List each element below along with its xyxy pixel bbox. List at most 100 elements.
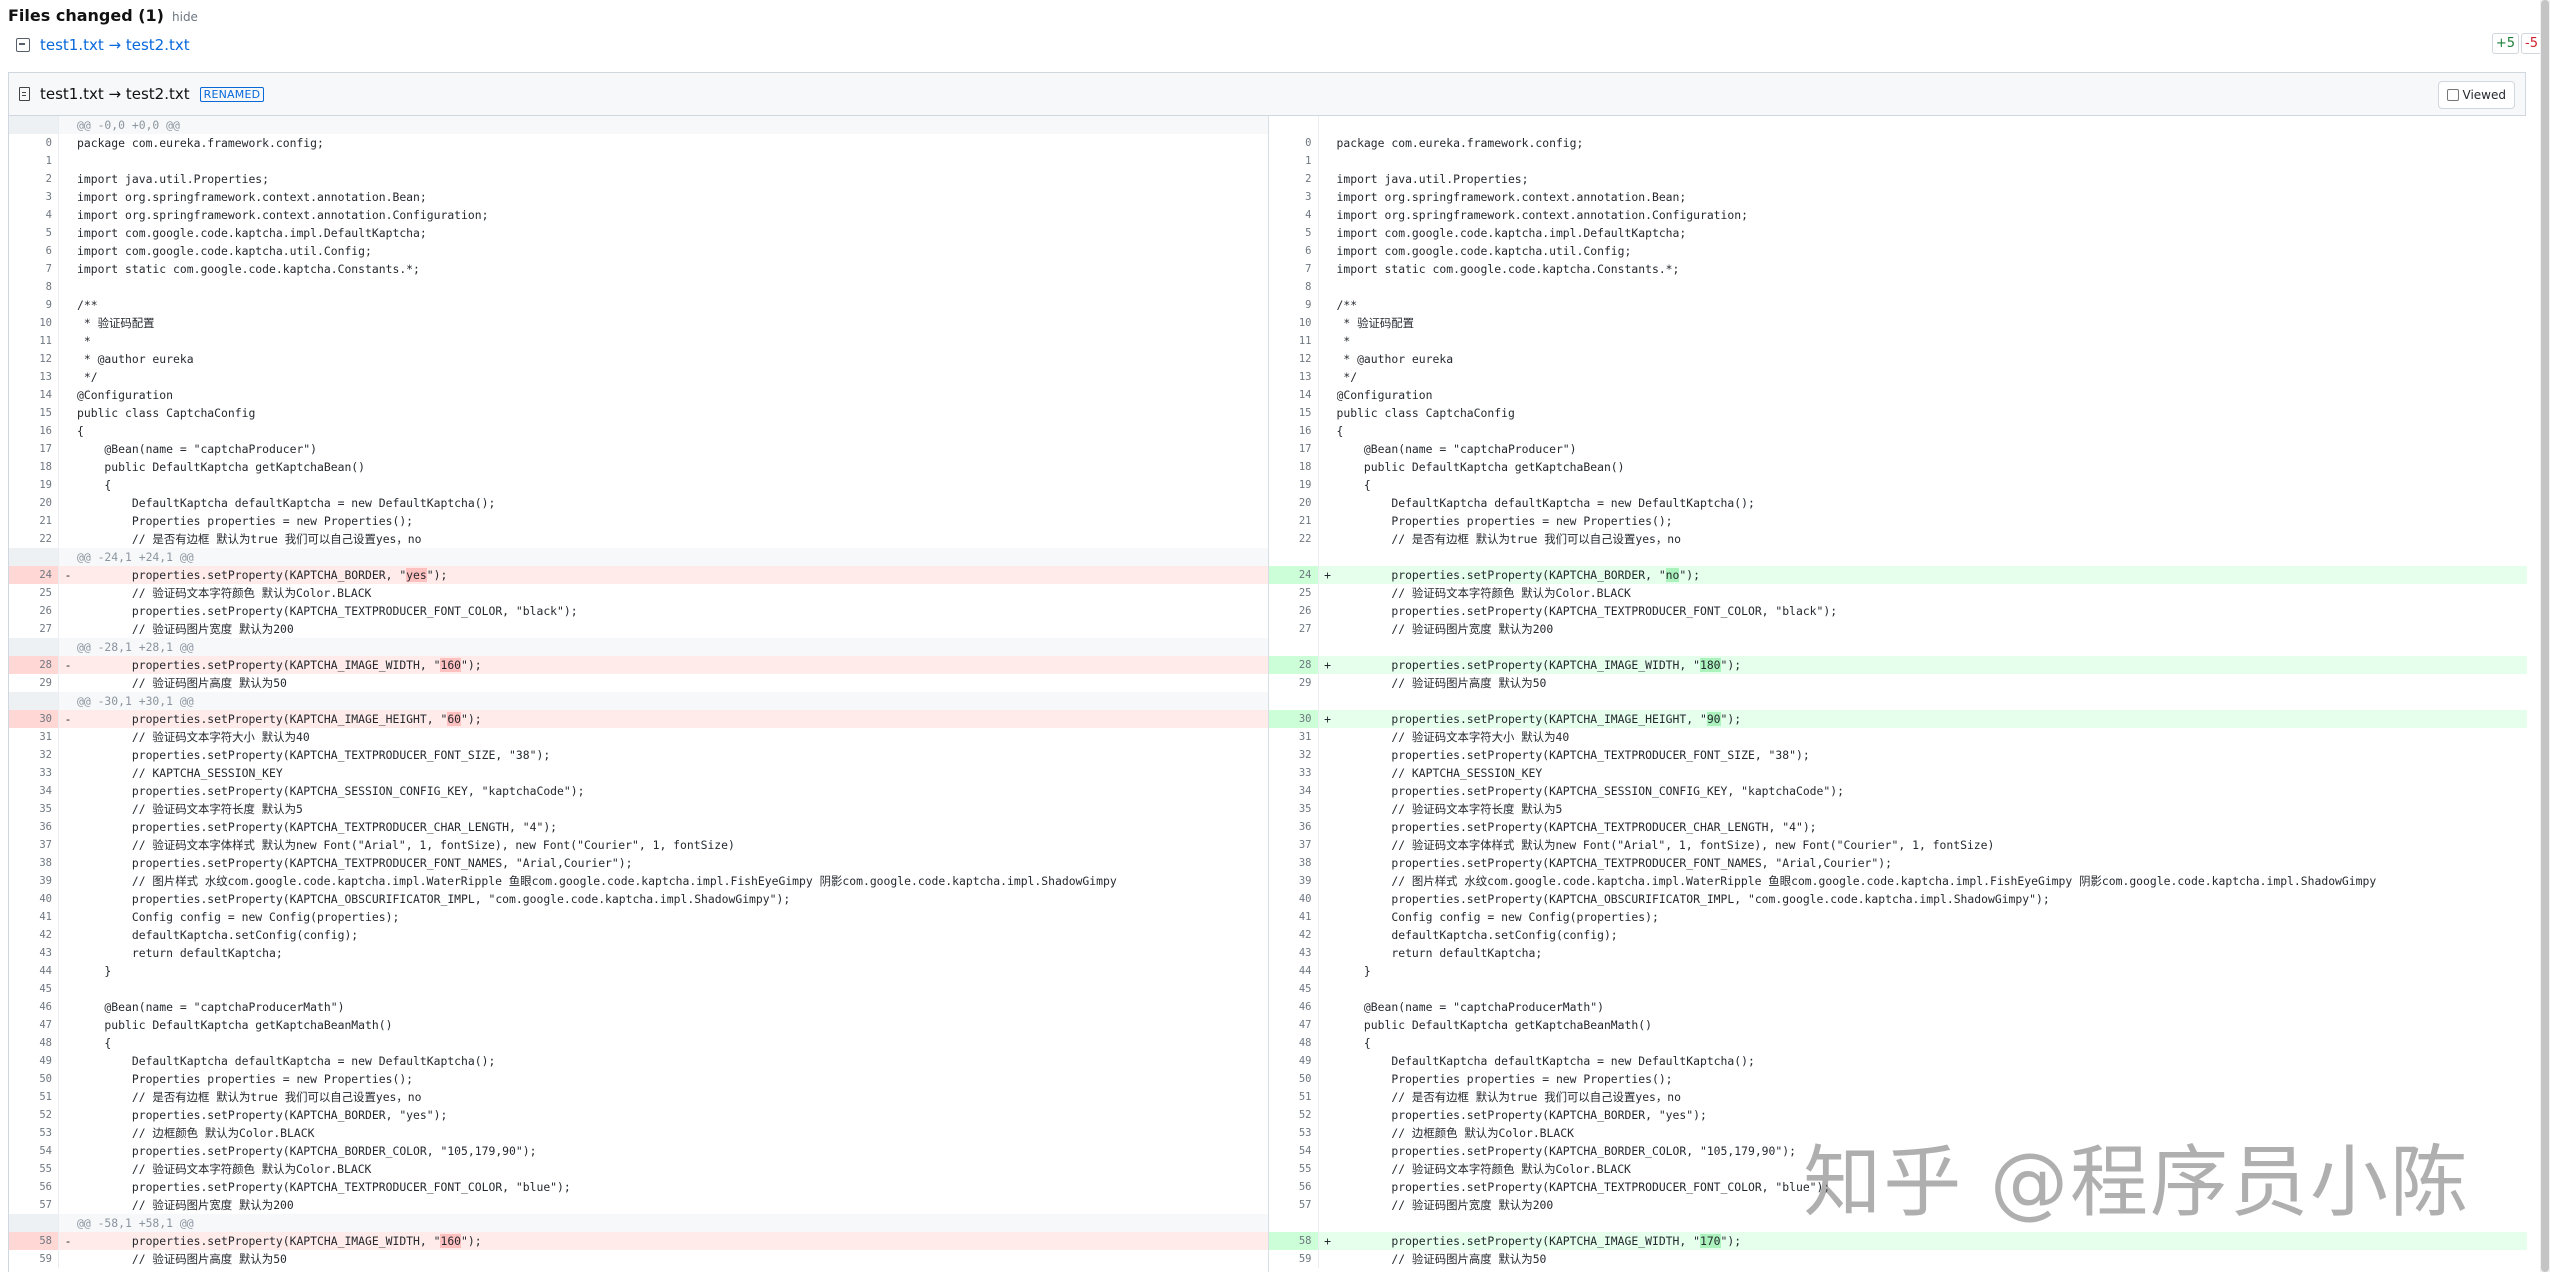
line-number[interactable]: 59 xyxy=(9,1250,59,1268)
line-number[interactable]: 10 xyxy=(1269,314,1319,332)
line-number[interactable]: 11 xyxy=(1269,332,1319,350)
line-number[interactable] xyxy=(1269,638,1319,656)
line-number[interactable]: 33 xyxy=(1269,764,1319,782)
file-link[interactable]: test1.txt → test2.txt xyxy=(40,36,190,54)
line-number[interactable]: 49 xyxy=(9,1052,59,1070)
line-number[interactable] xyxy=(9,638,59,656)
line-number[interactable]: 11 xyxy=(9,332,59,350)
line-number[interactable]: 53 xyxy=(9,1124,59,1142)
line-number[interactable]: 55 xyxy=(9,1160,59,1178)
viewed-button[interactable]: Viewed xyxy=(2437,81,2515,109)
line-number[interactable] xyxy=(9,692,59,710)
line-number[interactable]: 44 xyxy=(9,962,59,980)
line-number[interactable]: 20 xyxy=(1269,494,1319,512)
line-number[interactable]: 29 xyxy=(1269,674,1319,692)
line-number[interactable]: 9 xyxy=(1269,296,1319,314)
line-number[interactable]: 19 xyxy=(9,476,59,494)
line-number[interactable]: 14 xyxy=(1269,386,1319,404)
line-number[interactable]: 4 xyxy=(1269,206,1319,224)
line-number[interactable]: 37 xyxy=(9,836,59,854)
line-number[interactable]: 19 xyxy=(1269,476,1319,494)
line-number[interactable]: 48 xyxy=(1269,1034,1319,1052)
line-number[interactable]: 51 xyxy=(1269,1088,1319,1106)
line-number[interactable]: 52 xyxy=(9,1106,59,1124)
line-number[interactable]: 1 xyxy=(9,152,59,170)
line-number[interactable]: 2 xyxy=(1269,170,1319,188)
line-number[interactable]: 51 xyxy=(9,1088,59,1106)
line-number[interactable]: 30 xyxy=(9,710,59,728)
line-number[interactable]: 34 xyxy=(1269,782,1319,800)
line-number[interactable]: 8 xyxy=(9,278,59,296)
line-number[interactable]: 4 xyxy=(9,206,59,224)
line-number[interactable]: 24 xyxy=(1268,566,1319,584)
line-number[interactable]: 47 xyxy=(9,1016,59,1034)
line-number[interactable]: 38 xyxy=(9,854,59,872)
line-number[interactable]: 31 xyxy=(1269,728,1319,746)
line-number[interactable]: 56 xyxy=(1269,1178,1319,1196)
line-number[interactable]: 14 xyxy=(9,386,59,404)
line-number[interactable]: 57 xyxy=(9,1196,59,1214)
line-number[interactable]: 13 xyxy=(9,368,59,386)
line-number[interactable]: 33 xyxy=(9,764,59,782)
line-number[interactable]: 8 xyxy=(1269,278,1319,296)
line-number[interactable]: 1 xyxy=(1269,152,1319,170)
line-number[interactable]: 3 xyxy=(1269,188,1319,206)
line-number[interactable]: 2 xyxy=(9,170,59,188)
line-number[interactable]: 36 xyxy=(1269,818,1319,836)
line-number[interactable]: 6 xyxy=(1269,242,1319,260)
line-number[interactable]: 7 xyxy=(1269,260,1319,278)
line-number[interactable]: 13 xyxy=(1269,368,1319,386)
line-number[interactable]: 38 xyxy=(1269,854,1319,872)
line-number[interactable] xyxy=(1269,692,1319,710)
line-number[interactable]: 12 xyxy=(9,350,59,368)
line-number[interactable]: 17 xyxy=(1269,440,1319,458)
line-number[interactable]: 49 xyxy=(1269,1052,1319,1070)
line-number[interactable]: 46 xyxy=(9,998,59,1016)
line-number[interactable]: 21 xyxy=(9,512,59,530)
page-scrollbar[interactable] xyxy=(2540,0,2550,1272)
line-number[interactable]: 16 xyxy=(9,422,59,440)
line-number[interactable] xyxy=(9,548,59,566)
line-number[interactable]: 32 xyxy=(1269,746,1319,764)
line-number[interactable]: 43 xyxy=(9,944,59,962)
line-number[interactable]: 10 xyxy=(9,314,59,332)
line-number[interactable]: 28 xyxy=(9,656,59,674)
line-number[interactable]: 0 xyxy=(9,134,59,152)
line-number[interactable]: 7 xyxy=(9,260,59,278)
line-number[interactable]: 43 xyxy=(1269,944,1319,962)
line-number[interactable]: 9 xyxy=(9,296,59,314)
line-number[interactable]: 37 xyxy=(1269,836,1319,854)
line-number[interactable]: 25 xyxy=(1269,584,1319,602)
line-number[interactable]: 39 xyxy=(1269,872,1319,890)
line-number[interactable]: 58 xyxy=(1268,1232,1319,1250)
line-number[interactable]: 54 xyxy=(1269,1142,1319,1160)
line-number[interactable]: 42 xyxy=(9,926,59,944)
line-number[interactable]: 6 xyxy=(9,242,59,260)
line-number[interactable]: 52 xyxy=(1269,1106,1319,1124)
line-number[interactable]: 20 xyxy=(9,494,59,512)
line-number[interactable]: 29 xyxy=(9,674,59,692)
line-number[interactable]: 15 xyxy=(9,404,59,422)
line-number[interactable]: 18 xyxy=(1269,458,1319,476)
line-number[interactable]: 0 xyxy=(1269,134,1319,152)
line-number[interactable] xyxy=(1269,548,1319,566)
line-number[interactable]: 17 xyxy=(9,440,59,458)
line-number[interactable]: 30 xyxy=(1268,710,1319,728)
hide-link[interactable]: hide xyxy=(172,10,198,24)
line-number[interactable]: 35 xyxy=(9,800,59,818)
line-number[interactable]: 50 xyxy=(9,1070,59,1088)
line-number[interactable]: 28 xyxy=(1268,656,1319,674)
file-link-row[interactable]: test1.txt → test2.txt xyxy=(16,34,190,56)
line-number[interactable]: 5 xyxy=(9,224,59,242)
line-number[interactable]: 47 xyxy=(1269,1016,1319,1034)
line-number[interactable] xyxy=(1269,116,1319,134)
line-number[interactable]: 56 xyxy=(9,1178,59,1196)
line-number[interactable]: 57 xyxy=(1269,1196,1319,1214)
line-number[interactable]: 27 xyxy=(9,620,59,638)
line-number[interactable]: 40 xyxy=(1269,890,1319,908)
line-number[interactable]: 55 xyxy=(1269,1160,1319,1178)
line-number[interactable] xyxy=(1269,1214,1319,1232)
line-number[interactable]: 24 xyxy=(9,566,59,584)
line-number[interactable]: 12 xyxy=(1269,350,1319,368)
line-number[interactable]: 45 xyxy=(9,980,59,998)
